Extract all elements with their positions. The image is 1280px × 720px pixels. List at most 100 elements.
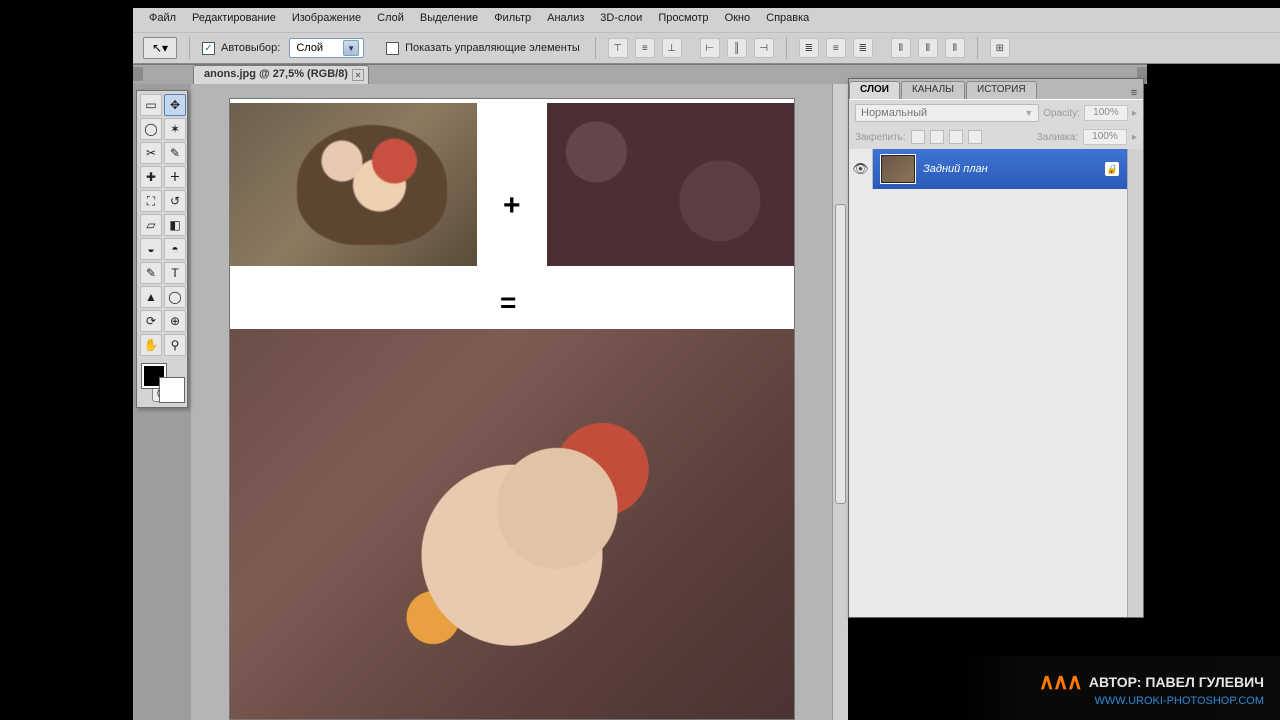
document-tab[interactable]: anons.jpg @ 27,5% (RGB/8) × <box>193 65 369 85</box>
menu-file[interactable]: Файл <box>141 8 184 32</box>
crop-tool[interactable]: ✂ <box>140 142 162 164</box>
scrollbar-thumb[interactable] <box>835 204 846 504</box>
menu-image[interactable]: Изображение <box>284 8 369 32</box>
lasso-tool[interactable]: ◯ <box>140 118 162 140</box>
distribute-top-button[interactable]: ≣ <box>799 38 819 58</box>
align-bottom-edges-button[interactable]: ⊥ <box>662 38 682 58</box>
chevron-down-icon: ▼ <box>1024 108 1033 118</box>
blur-tool[interactable]: ◒ <box>140 238 162 260</box>
align-right-edges-button[interactable]: ⊣ <box>754 38 774 58</box>
layer-item-selected[interactable]: Задний план 🔒 <box>873 149 1127 189</box>
tutorial-image-source-a <box>230 103 477 266</box>
pen-tool[interactable]: ✎ <box>140 262 162 284</box>
layer-row[interactable]: 👁 Задний план 🔒 <box>849 149 1127 189</box>
align-top-edges-button[interactable]: ⊤ <box>608 38 628 58</box>
path-select-tool[interactable]: ▲ <box>140 286 162 308</box>
menu-window[interactable]: Окно <box>717 8 759 32</box>
history-brush-tool[interactable]: ↺ <box>164 190 186 212</box>
3d-orbit-tool[interactable]: ⊕ <box>164 310 186 332</box>
separator <box>786 37 787 59</box>
tools-panel: ▭ ✥ ◯ ✶ ✂ ✎ ✚ ⵜ ⛶ ↺ ▱ ◧ ◒ ◓ ✎ T ▲ ◯ ⟳ ⊕ … <box>136 90 188 408</box>
lock-all-icon[interactable] <box>968 130 982 144</box>
auto-select-checkbox[interactable]: ✓ <box>202 42 215 55</box>
options-bar: ↖▾ ✓ Автовыбор: Слой ▼ Показать управляю… <box>133 32 1280 64</box>
type-tool[interactable]: T <box>164 262 186 284</box>
clone-stamp-tool[interactable]: ⛶ <box>140 190 162 212</box>
tutorial-image-source-b <box>547 103 794 266</box>
fill-value[interactable]: 100% <box>1083 129 1127 145</box>
opacity-label: Opacity: <box>1043 108 1080 119</box>
chevron-down-icon: ▼ <box>343 40 359 56</box>
opacity-arrow-icon[interactable]: ▸ <box>1132 108 1137 119</box>
left-black-bar <box>0 0 133 720</box>
layers-list: 👁 Задний план 🔒 <box>849 149 1127 617</box>
layers-blend-row: Нормальный ▼ Opacity: 100% ▸ <box>849 99 1143 126</box>
layers-panel: СЛОИ КАНАЛЫ ИСТОРИЯ ≡ Нормальный ▼ Opaci… <box>848 78 1144 618</box>
tab-history[interactable]: ИСТОРИЯ <box>966 81 1037 99</box>
menu-view[interactable]: Просмотр <box>650 8 716 32</box>
right-black-bar <box>1147 0 1280 720</box>
distribute-hcenter-button[interactable]: ⦀ <box>918 38 938 58</box>
watermark-author-prefix: АВТОР: <box>1089 674 1142 690</box>
document-canvas[interactable]: + = <box>230 99 794 719</box>
zoom-tool[interactable]: ⚲ <box>164 334 186 356</box>
auto-select-label: Автовыбор: <box>221 42 283 54</box>
auto-select-target-dropdown[interactable]: Слой ▼ <box>289 38 364 58</box>
menu-bar: Файл Редактирование Изображение Слой Выд… <box>133 8 1280 32</box>
menu-layer[interactable]: Слой <box>369 8 412 32</box>
background-color-swatch[interactable] <box>160 378 184 402</box>
fill-arrow-icon[interactable]: ▸ <box>1132 132 1137 143</box>
tab-channels[interactable]: КАНАЛЫ <box>901 81 965 99</box>
healing-brush-tool[interactable]: ✚ <box>140 166 162 188</box>
menu-3d[interactable]: 3D-слои <box>592 8 650 32</box>
brush-tool[interactable]: ⵜ <box>164 166 186 188</box>
tutorial-image-result <box>230 329 794 719</box>
color-swatches <box>140 362 186 404</box>
marquee-tool[interactable]: ▭ <box>140 94 162 116</box>
layer-visibility-toggle[interactable]: 👁 <box>849 149 873 189</box>
menu-analysis[interactable]: Анализ <box>539 8 592 32</box>
menu-help[interactable]: Справка <box>758 8 817 32</box>
move-tool[interactable]: ✥ <box>164 94 186 116</box>
tool-preset-picker[interactable]: ↖▾ <box>143 37 177 59</box>
document-tab-label: anons.jpg @ 27,5% (RGB/8) <box>204 68 348 80</box>
menu-select[interactable]: Выделение <box>412 8 486 32</box>
eraser-tool[interactable]: ▱ <box>140 214 162 236</box>
menu-edit[interactable]: Редактирование <box>184 8 284 32</box>
distribute-vcenter-button[interactable]: ≡ <box>826 38 846 58</box>
3d-rotate-tool[interactable]: ⟳ <box>140 310 162 332</box>
shape-tool[interactable]: ◯ <box>164 286 186 308</box>
show-transform-label: Показать управляющие элементы <box>405 42 583 54</box>
align-vcenter-button[interactable]: ≡ <box>635 38 655 58</box>
dodge-tool[interactable]: ◓ <box>164 238 186 260</box>
tab-layers[interactable]: СЛОИ <box>849 81 900 99</box>
separator <box>595 37 596 59</box>
show-transform-checkbox[interactable] <box>386 42 399 55</box>
slice-tool[interactable]: ✎ <box>164 142 186 164</box>
blend-mode-dropdown[interactable]: Нормальный ▼ <box>855 104 1039 122</box>
menu-filter[interactable]: Фильтр <box>486 8 539 32</box>
auto-align-button[interactable]: ⊞ <box>990 38 1010 58</box>
lock-pixels-icon[interactable] <box>930 130 944 144</box>
panel-menu-icon[interactable]: ≡ <box>1125 87 1143 99</box>
distribute-left-button[interactable]: ⦀ <box>891 38 911 58</box>
hand-tool[interactable]: ✋ <box>140 334 162 356</box>
watermark-logo-icon: ∧∧∧ <box>1039 669 1081 695</box>
auto-select-value: Слой <box>296 42 323 54</box>
gradient-tool[interactable]: ◧ <box>164 214 186 236</box>
lock-position-icon[interactable] <box>949 130 963 144</box>
layers-scrollbar[interactable] <box>1127 149 1143 617</box>
panel-tabs: СЛОИ КАНАЛЫ ИСТОРИЯ ≡ <box>849 79 1143 99</box>
distribute-bottom-button[interactable]: ≣ <box>853 38 873 58</box>
align-hcenter-button[interactable]: ║ <box>727 38 747 58</box>
distribute-right-button[interactable]: ⦀ <box>945 38 965 58</box>
video-watermark: ∧∧∧ АВТОР: ПАВЕЛ ГУЛЕВИЧ WWW.UROKI-PHOTO… <box>960 656 1280 720</box>
equals-symbol: = <box>500 287 516 319</box>
expand-dock-left-icon[interactable] <box>133 67 143 81</box>
quick-select-tool[interactable]: ✶ <box>164 118 186 140</box>
close-tab-icon[interactable]: × <box>352 69 364 81</box>
canvas-vertical-scrollbar[interactable] <box>832 84 848 720</box>
lock-transparency-icon[interactable] <box>911 130 925 144</box>
opacity-value[interactable]: 100% <box>1084 105 1128 121</box>
align-left-edges-button[interactable]: ⊢ <box>700 38 720 58</box>
